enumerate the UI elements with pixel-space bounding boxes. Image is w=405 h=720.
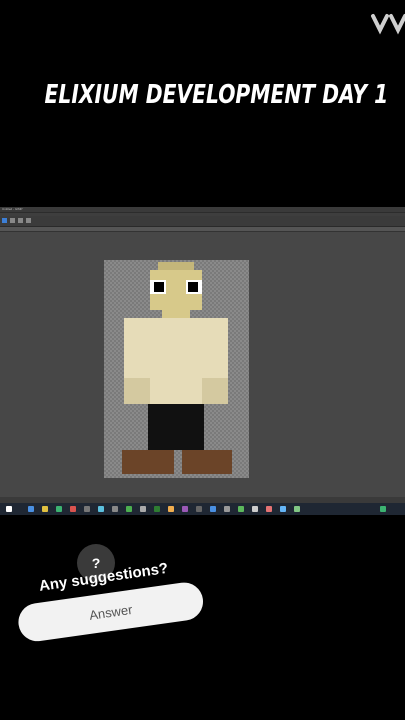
sprite-left-boot (122, 450, 174, 474)
taskbar-app-icon[interactable] (280, 506, 286, 512)
watermark-logo-icon (371, 14, 405, 35)
taskbar-app-icon[interactable] (112, 506, 118, 512)
sprite-shirt-shade (202, 378, 228, 404)
taskbar-app-icon[interactable] (224, 506, 230, 512)
windows-taskbar (0, 503, 405, 515)
taskbar-app-icon[interactable] (210, 506, 216, 512)
taskbar-app-icon[interactable] (28, 506, 34, 512)
taskbar-app-icon[interactable] (168, 506, 174, 512)
taskbar-app-icon[interactable] (252, 506, 258, 512)
taskbar-app-icon[interactable] (98, 506, 104, 512)
answer-button-label: Answer (88, 601, 134, 623)
sprite-neck (162, 310, 190, 318)
tool-button[interactable] (10, 218, 15, 223)
taskbar-app-icon[interactable] (84, 506, 90, 512)
sprite-canvas[interactable] (104, 260, 249, 478)
taskbar-app-icon[interactable] (182, 506, 188, 512)
taskbar-app-icon[interactable] (196, 506, 202, 512)
taskbar-app-icon[interactable] (266, 506, 272, 512)
sprite-shirt-shade (124, 378, 150, 404)
sprite-hair (158, 262, 194, 270)
video-title: ELIXIUM DEVELOPMENT DAY 1 (44, 80, 389, 110)
system-tray-icon[interactable] (380, 506, 386, 512)
taskbar-app-icon[interactable] (126, 506, 132, 512)
sprite-right-pupil (188, 282, 198, 292)
taskbar-app-icon[interactable] (56, 506, 62, 512)
sprite-pants (148, 404, 204, 450)
tool-button[interactable] (18, 218, 23, 223)
start-icon[interactable] (6, 506, 12, 512)
tool-button[interactable] (2, 218, 7, 223)
taskbar-app-icon[interactable] (238, 506, 244, 512)
sprite-left-pupil (154, 282, 164, 292)
editor-window-title: Untitled - GIMP (2, 207, 23, 211)
tool-button[interactable] (26, 218, 31, 223)
taskbar-app-icon[interactable] (42, 506, 48, 512)
video-header: ELIXIUM DEVELOPMENT DAY 1 (0, 0, 405, 200)
taskbar-app-icon[interactable] (70, 506, 76, 512)
taskbar-app-icon[interactable] (154, 506, 160, 512)
taskbar-app-icon[interactable] (294, 506, 300, 512)
taskbar-app-icon[interactable] (140, 506, 146, 512)
sprite-right-boot (182, 450, 232, 474)
editor-toolbar (0, 216, 405, 227)
